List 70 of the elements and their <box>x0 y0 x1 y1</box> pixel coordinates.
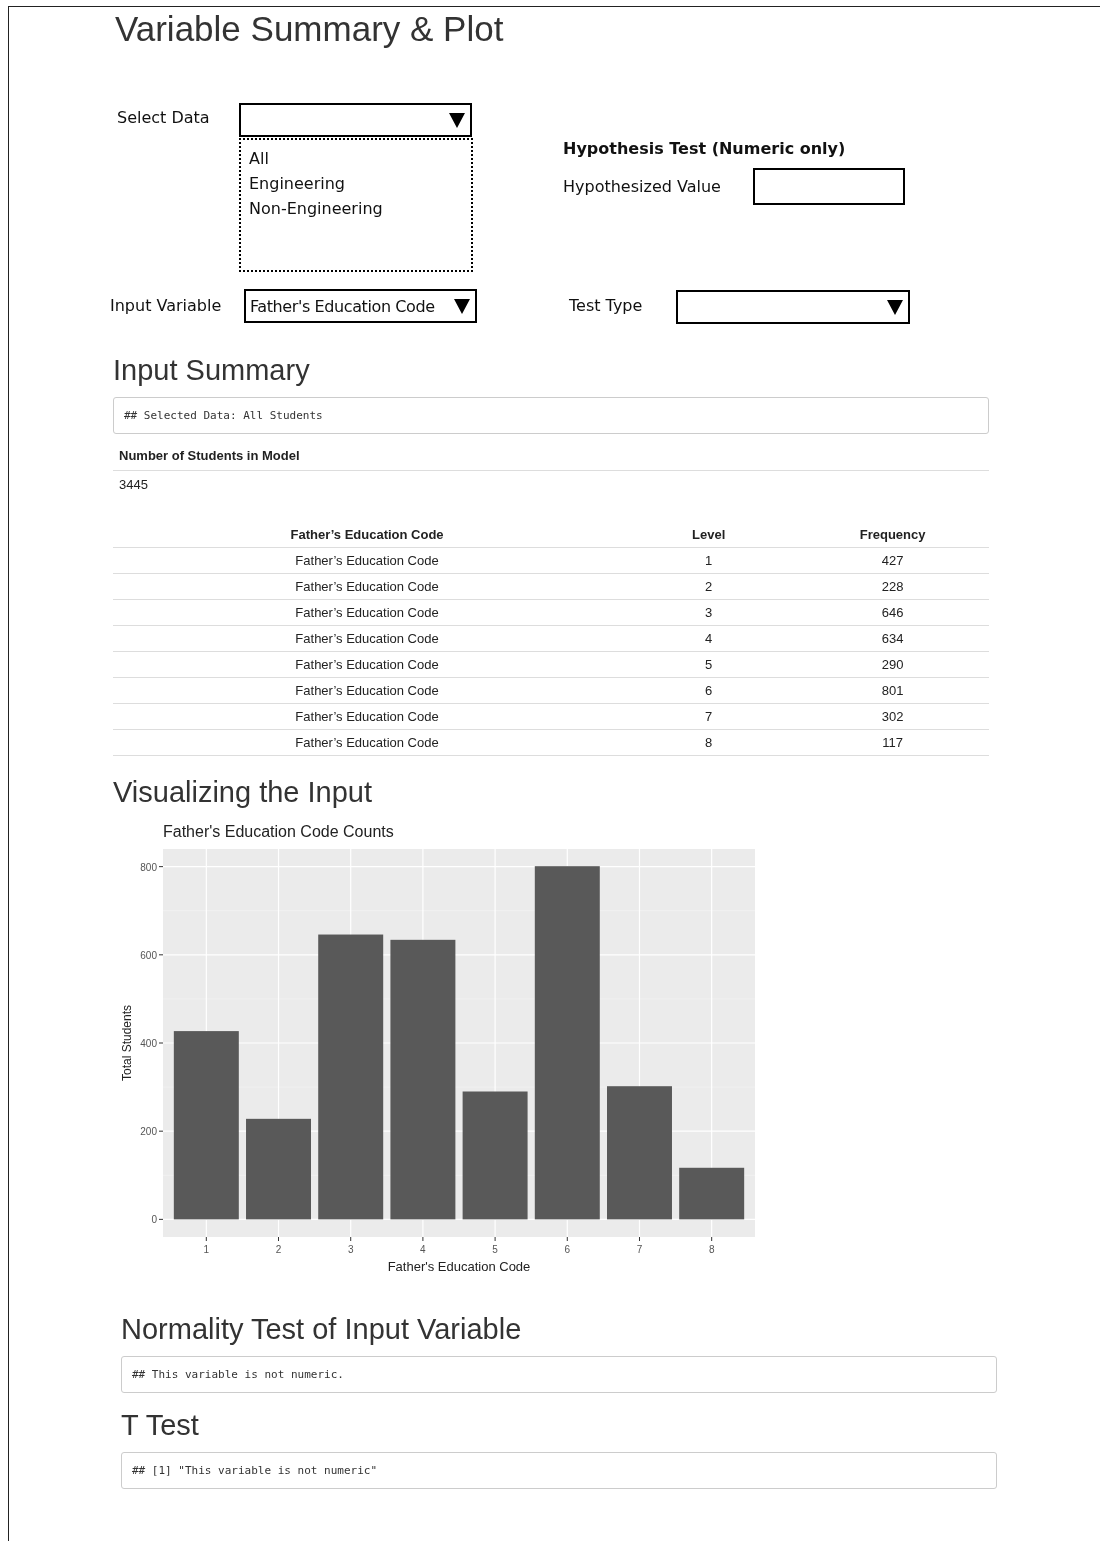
test-type-label: Test Type <box>569 296 643 315</box>
chart-title: Father's Education Code Counts <box>163 823 394 840</box>
y-axis-title: Total Students <box>120 1004 134 1082</box>
output-box: ## Selected Data: All Students <box>113 397 989 434</box>
section-heading: Normality Test of Input Variable <box>121 1313 523 1346</box>
table-cell: Father’s Education Code <box>113 729 622 756</box>
section-heading: Visualizing the Input <box>113 776 374 809</box>
table-cell: 7 <box>621 703 797 730</box>
table-cell: Father’s Education Code <box>113 651 622 678</box>
list-option[interactable]: Engineering <box>249 171 463 196</box>
table-cell: 2 <box>621 573 797 600</box>
x-tick-label: 3 <box>347 1244 354 1255</box>
table-cell: Father’s Education Code <box>113 625 622 652</box>
column-header: Level <box>621 522 797 548</box>
input-variable-dropdown[interactable]: Father's Education Code <box>244 289 477 323</box>
list-option[interactable]: Non-Engineering <box>249 196 463 221</box>
select-data-listbox[interactable]: All Engineering Non-Engineering <box>239 138 473 272</box>
table-cell: 3 <box>621 599 797 626</box>
y-tick-label: 600 <box>140 949 157 961</box>
count-label: Number of Students in Model <box>113 434 989 471</box>
table-cell: 302 <box>796 703 989 730</box>
table-cell: 4 <box>621 625 797 652</box>
hypothesized-value-field[interactable] <box>753 168 905 205</box>
section-heading: T Test <box>121 1409 200 1442</box>
table-cell: 427 <box>796 547 989 574</box>
x-tick-label: 6 <box>564 1244 571 1255</box>
table-cell: Father’s Education Code <box>113 703 622 730</box>
table-cell: Father’s Education Code <box>113 677 622 704</box>
count-value: 3445 <box>118 476 149 492</box>
caret-icon <box>453 297 471 315</box>
table-cell: Father’s Education Code <box>113 547 622 574</box>
input-variable-label: Input Variable <box>110 296 222 315</box>
output-box: ## This variable is not numeric. <box>121 1356 997 1393</box>
table-cell: 117 <box>796 729 989 756</box>
x-axis-title: Father's Education Code <box>387 1259 531 1274</box>
y-tick-label: 200 <box>140 1126 157 1138</box>
caret-icon <box>448 111 466 129</box>
y-tick-label: 800 <box>140 861 157 873</box>
table-cell: Father’s Education Code <box>113 573 622 600</box>
hypothesized-value-label: Hypothesized Value <box>563 177 722 196</box>
select-data-label: Select Data <box>117 108 210 127</box>
select-data-dropdown[interactable] <box>239 103 472 137</box>
table-cell: 634 <box>796 625 989 652</box>
x-tick-label: 5 <box>492 1244 498 1255</box>
table-cell: 5 <box>621 651 797 678</box>
y-tick-label: 400 <box>140 1038 157 1049</box>
table-cell: 228 <box>796 573 989 600</box>
output-box: ## [1] "This variable is not numeric" <box>121 1452 997 1489</box>
x-tick-label: 1 <box>203 1244 210 1255</box>
column-header: Frequency <box>796 522 989 548</box>
table-cell: Father’s Education Code <box>113 599 622 626</box>
section-label: Hypothesis Test (Numeric only) <box>563 139 846 158</box>
x-tick-label: 2 <box>275 1244 282 1255</box>
caret-icon <box>886 298 904 316</box>
table-cell: 290 <box>796 651 989 678</box>
x-tick-label: 4 <box>420 1244 426 1255</box>
table-cell: 801 <box>796 677 989 704</box>
x-tick-label: 7 <box>636 1244 643 1255</box>
table-cell: 1 <box>621 547 797 574</box>
page-title: Variable Summary & Plot <box>115 8 504 49</box>
table-cell: 8 <box>621 729 797 756</box>
bar <box>679 1167 745 1220</box>
list-option[interactable]: All <box>249 146 463 171</box>
section-heading: Input Summary <box>113 354 311 387</box>
table-cell: 6 <box>621 677 797 704</box>
test-type-dropdown[interactable] <box>676 290 910 324</box>
column-header: Father’s Education Code <box>113 522 622 548</box>
table-cell: 646 <box>796 599 989 626</box>
y-tick-label: 0 <box>151 1214 157 1226</box>
x-tick-label: 8 <box>708 1244 715 1255</box>
